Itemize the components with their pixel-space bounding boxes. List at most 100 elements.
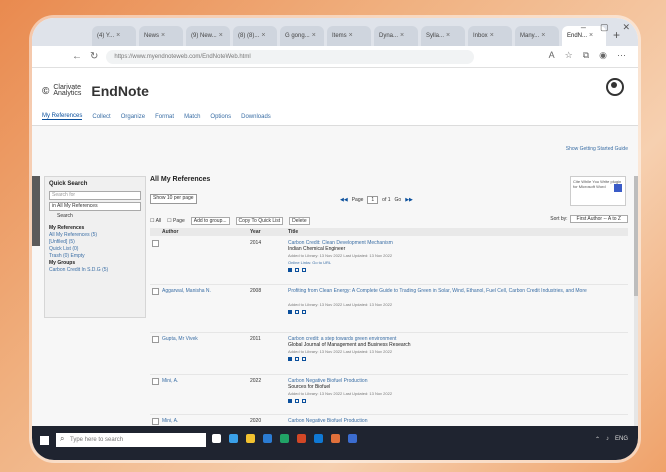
- list-item[interactable]: Quick List (0): [49, 246, 141, 253]
- mail-icon[interactable]: [314, 434, 323, 443]
- browser-tab[interactable]: (9) New... ×: [186, 26, 230, 46]
- file-explorer-icon[interactable]: [246, 434, 255, 443]
- page-scrollbar[interactable]: [634, 176, 638, 436]
- ref-title[interactable]: Carbon Negative Biofuel Production: [288, 418, 618, 424]
- close-icon[interactable]: ✕: [622, 22, 630, 33]
- taskbar-search-input[interactable]: Type here to search: [56, 432, 206, 447]
- language-icon[interactable]: ENG: [615, 436, 628, 443]
- sort-select[interactable]: First Author -- A to Z: [569, 215, 628, 223]
- tab-collect[interactable]: Collect: [92, 114, 110, 120]
- side-panel-toggle[interactable]: [32, 176, 40, 246]
- app-icon[interactable]: [331, 434, 340, 443]
- row-checkbox[interactable]: [152, 240, 159, 247]
- reload-icon[interactable]: ↻: [90, 51, 98, 62]
- ref-title[interactable]: Carbon Negative Biofuel Production: [288, 378, 618, 384]
- favorite-icon[interactable]: ☆: [565, 50, 573, 61]
- edit-icon[interactable]: [295, 268, 299, 272]
- more-icon[interactable]: ⋯: [617, 50, 626, 61]
- cwyw-promo[interactable]: Cite While You Write plugin for Microsof…: [570, 176, 626, 206]
- edit-icon[interactable]: [295, 310, 299, 314]
- scrollbar-thumb[interactable]: [634, 176, 638, 296]
- browser-tab[interactable]: G gong... ×: [280, 26, 324, 46]
- browser-tab[interactable]: (8) (8)... ×: [233, 26, 277, 46]
- network-icon[interactable]: ⌃: [595, 436, 600, 443]
- powerpoint-app-icon[interactable]: [297, 434, 306, 443]
- tab-my-references[interactable]: My References: [42, 113, 83, 120]
- excel-app-icon[interactable]: [280, 434, 289, 443]
- list-item[interactable]: [Unfiled] (5): [49, 239, 141, 246]
- back-icon[interactable]: ←: [72, 51, 82, 62]
- tab-match[interactable]: Match: [184, 114, 200, 120]
- browser-tab[interactable]: Items ×: [327, 26, 371, 46]
- attachment-icon[interactable]: [288, 310, 292, 314]
- col-year[interactable]: Year: [250, 229, 261, 235]
- logo[interactable]: © Clarivate Analytics EndNote: [42, 83, 149, 99]
- ref-author[interactable]: Mini, A.: [162, 378, 178, 384]
- tab-options[interactable]: Options: [210, 114, 231, 120]
- store-icon[interactable]: [348, 434, 357, 443]
- tab-format[interactable]: Format: [155, 114, 174, 120]
- list-item[interactable]: Trash (0) Empty: [49, 253, 141, 260]
- add-to-group-select[interactable]: Add to group...: [190, 217, 230, 225]
- go-button[interactable]: Go: [395, 197, 402, 203]
- collections-icon[interactable]: ⧉: [583, 50, 589, 61]
- ref-author[interactable]: Gupta, Mr Vivek: [162, 336, 198, 342]
- minimize-icon[interactable]: –: [581, 22, 586, 33]
- browser-tab[interactable]: Many... ×: [515, 26, 559, 46]
- browser-tab[interactable]: (4) Y... ×: [92, 26, 136, 46]
- ref-author[interactable]: Mini, A.: [162, 418, 178, 424]
- windows-start-icon[interactable]: [40, 436, 49, 445]
- page-title: All My References: [150, 176, 211, 183]
- browser-tab[interactable]: Inbox ×: [468, 26, 512, 46]
- group-icon[interactable]: [302, 268, 306, 272]
- select-all-checkbox[interactable]: ☐ All: [150, 218, 161, 224]
- user-icon[interactable]: [606, 78, 624, 96]
- group-icon[interactable]: [302, 357, 306, 361]
- attachment-icon[interactable]: [288, 268, 292, 272]
- browser-tab[interactable]: Sylla... ×: [421, 26, 465, 46]
- search-input[interactable]: Search for: [49, 191, 141, 200]
- group-icon[interactable]: [302, 310, 306, 314]
- per-page-select[interactable]: Show 10 per page: [150, 194, 197, 204]
- profile-icon[interactable]: ◉: [599, 50, 607, 61]
- attachment-icon[interactable]: [288, 357, 292, 361]
- select-page-checkbox[interactable]: ☐ Page: [167, 218, 185, 224]
- show-getting-started-link[interactable]: Show Getting Started Guide: [566, 146, 628, 152]
- page-input[interactable]: 1: [367, 196, 379, 204]
- ref-title[interactable]: Profiting from Clean Energy: A Complete …: [288, 288, 618, 294]
- tab-downloads[interactable]: Downloads: [241, 114, 271, 120]
- ref-meta: Added to Library: 13 Nov 2022 Last Updat…: [288, 349, 393, 354]
- tab-organize[interactable]: Organize: [121, 114, 145, 120]
- edge-icon[interactable]: [229, 434, 238, 443]
- list-item[interactable]: Carbon Credit In S.D.G (5): [49, 267, 141, 274]
- edit-icon[interactable]: [295, 357, 299, 361]
- delete-button[interactable]: Delete: [289, 217, 310, 225]
- word-app-icon[interactable]: [263, 434, 272, 443]
- browser-tab[interactable]: Dyna... ×: [374, 26, 418, 46]
- browser-tab[interactable]: News ×: [139, 26, 183, 46]
- next-page-icon[interactable]: ▶▶: [405, 197, 413, 203]
- volume-icon[interactable]: ♪: [606, 436, 609, 443]
- maximize-icon[interactable]: ▢: [600, 22, 609, 33]
- row-checkbox[interactable]: [152, 418, 159, 425]
- ref-author[interactable]: Aggarwal, Manisha N.: [162, 288, 211, 294]
- row-checkbox[interactable]: [152, 336, 159, 343]
- row-checkbox[interactable]: [152, 378, 159, 385]
- row-checkbox[interactable]: [152, 288, 159, 295]
- col-title[interactable]: Title: [288, 229, 298, 235]
- search-scope-select[interactable]: in All My References: [49, 202, 141, 211]
- task-view-icon[interactable]: [212, 434, 221, 443]
- attachment-icon[interactable]: [288, 399, 292, 403]
- edit-icon[interactable]: [295, 399, 299, 403]
- list-item[interactable]: All My References (5): [49, 232, 141, 239]
- col-author[interactable]: Author: [162, 229, 178, 235]
- list-item[interactable]: My Groups: [49, 260, 141, 267]
- copy-to-quick-list-button[interactable]: Copy To Quick List: [235, 217, 284, 225]
- url-field[interactable]: https://www.myendnoteweb.com/EndNoteWeb.…: [106, 49, 475, 64]
- group-icon[interactable]: [302, 399, 306, 403]
- search-button[interactable]: Search: [57, 213, 133, 219]
- ref-meta: Added to Library: 13 Nov 2022 Last Updat…: [288, 302, 393, 307]
- ref-online-link[interactable]: Online Links: Go to URL: [288, 260, 331, 265]
- read-aloud-icon[interactable]: A: [549, 50, 555, 61]
- prev-page-icon[interactable]: ◀◀: [340, 197, 348, 203]
